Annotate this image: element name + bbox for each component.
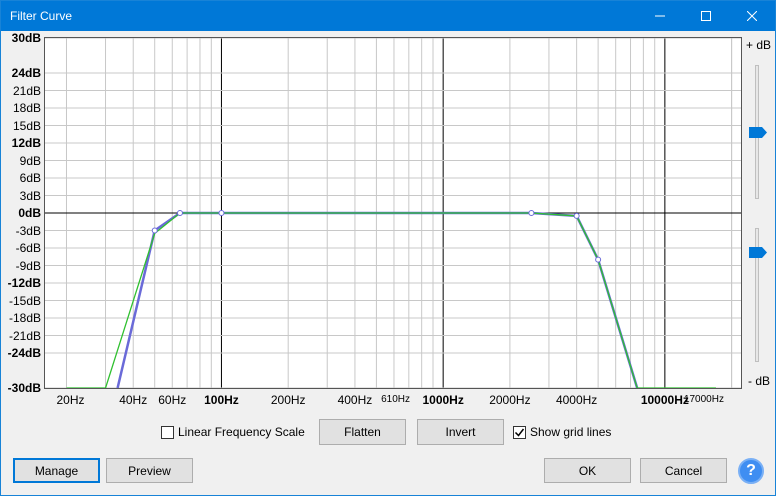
y-tick-label: 30dB	[11, 31, 41, 45]
y-tick-label: -18dB	[8, 311, 41, 325]
show-grid-lines-checkbox-box[interactable]	[513, 425, 526, 439]
y-tick-label: -30dB	[7, 381, 41, 395]
help-button[interactable]: ?	[738, 458, 764, 484]
invert-button[interactable]: Invert	[417, 419, 504, 445]
flatten-button[interactable]: Flatten	[319, 419, 406, 445]
curve-control-point[interactable]	[573, 212, 580, 219]
x-tick-label: 200Hz	[270, 393, 306, 407]
curve-control-point[interactable]	[176, 210, 183, 216]
x-tick-label: 20Hz	[56, 393, 85, 407]
x-tick-label: 2000Hz	[489, 393, 531, 407]
linear-frequency-scale-checkbox[interactable]: Linear Frequency Scale	[161, 425, 305, 439]
minimize-icon	[655, 15, 665, 17]
y-tick-label: -21dB	[8, 328, 41, 343]
help-icon: ?	[746, 462, 756, 479]
cancel-button[interactable]: Cancel	[640, 458, 727, 483]
x-tick-label: 1000Hz	[422, 393, 464, 407]
title-bar: Filter Curve	[1, 1, 775, 31]
filter-curve-plot[interactable]	[44, 37, 742, 389]
curve-svg[interactable]	[45, 38, 741, 388]
curve-control-point[interactable]	[595, 256, 602, 263]
y-tick-label: 12dB	[11, 136, 41, 150]
preview-button[interactable]: Preview	[106, 458, 193, 483]
window-title: Filter Curve	[10, 9, 73, 23]
y-tick-label: 9dB	[19, 153, 41, 168]
curve-control-point[interactable]	[218, 210, 225, 216]
manage-label: Manage	[34, 463, 79, 478]
max-db-slider-thumb[interactable]	[749, 127, 768, 138]
min-db-slider-thumb[interactable]	[749, 247, 768, 258]
flatten-label: Flatten	[344, 425, 381, 439]
y-tick-label: 15dB	[12, 118, 41, 133]
y-tick-label: 24dB	[11, 66, 41, 80]
x-tick-label: 60Hz	[158, 393, 187, 407]
manage-button[interactable]: Manage	[13, 458, 100, 483]
ok-label: OK	[578, 463, 597, 478]
checkmark-icon	[514, 428, 525, 437]
y-tick-label: 3dB	[19, 188, 41, 203]
y-tick-label: 21dB	[12, 83, 41, 98]
ok-button[interactable]: OK	[544, 458, 631, 483]
y-tick-label: -6dB	[15, 241, 41, 255]
curve-control-point[interactable]	[528, 210, 535, 216]
filter-curve-window: Filter Curve 30dB 24dB 21dB 18dB 15dB 12dB 9dB…	[0, 0, 776, 496]
x-tick-label: 17000Hz	[683, 394, 724, 405]
y-tick-label: -9dB	[15, 258, 41, 273]
curve-control-point[interactable]	[151, 227, 158, 234]
close-icon	[747, 11, 757, 21]
y-tick-label: 18dB	[12, 101, 41, 115]
linear-frequency-checkbox-box[interactable]	[161, 425, 174, 439]
y-tick-label: -3dB	[15, 223, 41, 238]
x-tick-label: 10000Hz	[640, 393, 689, 407]
y-tick-label: 6dB	[19, 171, 41, 185]
x-tick-label: 100Hz	[204, 393, 239, 407]
y-tick-label: -24dB	[7, 346, 41, 360]
x-tick-label: 610Hz	[381, 394, 411, 405]
y-tick-label: 0dB	[18, 206, 41, 220]
slider-plus-db-label: + dB	[746, 38, 772, 52]
minimize-button[interactable]	[637, 1, 683, 31]
preview-label: Preview	[128, 463, 171, 478]
x-tick-label: 4000Hz	[555, 393, 598, 407]
slider-minus-db-label: - dB	[748, 374, 771, 388]
linear-frequency-scale-label: Linear Frequency Scale	[178, 425, 305, 439]
close-button[interactable]	[729, 1, 775, 31]
cancel-label: Cancel	[664, 463, 703, 478]
maximize-icon	[701, 11, 711, 21]
show-grid-lines-checkbox[interactable]: Show grid lines	[513, 425, 611, 439]
invert-label: Invert	[445, 425, 476, 439]
y-tick-label: -12dB	[7, 276, 41, 290]
x-tick-label: 400Hz	[337, 393, 373, 407]
x-tick-label: 40Hz	[119, 393, 148, 407]
y-tick-label: -15dB	[8, 293, 41, 308]
show-grid-lines-label: Show grid lines	[530, 425, 612, 439]
maximize-button[interactable]	[683, 1, 729, 31]
